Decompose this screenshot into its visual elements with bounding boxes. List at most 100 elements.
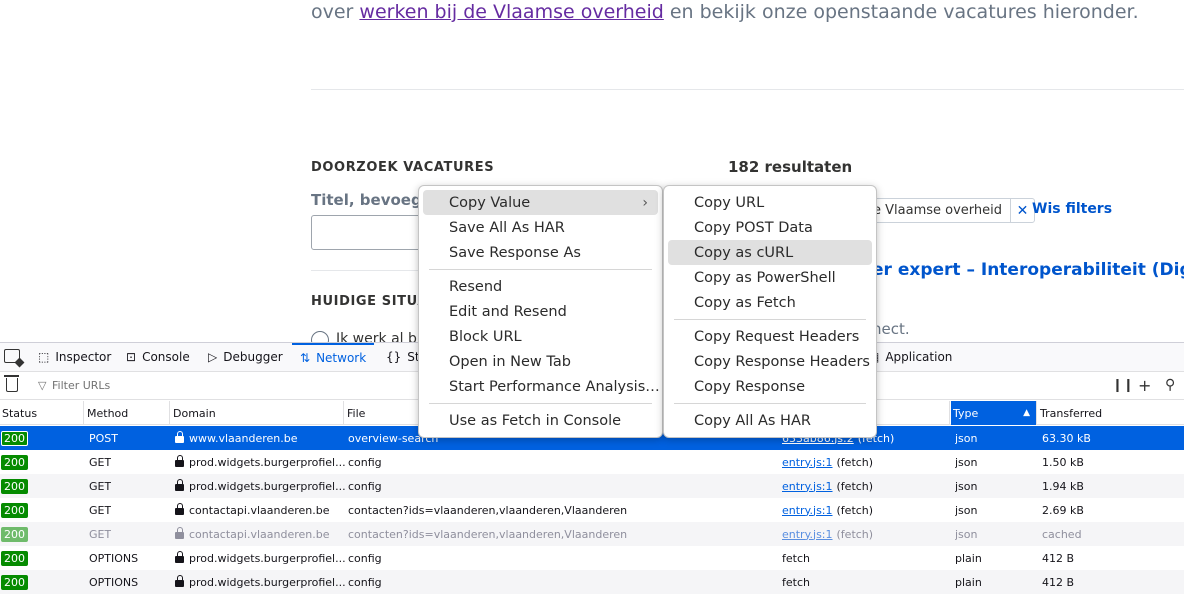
table-row[interactable]: 200 OPTIONS prod.widgets.burgerprofiel..… — [0, 546, 1184, 570]
inspector-icon: ⬚ — [38, 350, 50, 364]
column-header-domain[interactable]: Domain — [171, 401, 344, 425]
vacancy-title-link[interactable]: er expert – Interoperabiliteit (Digita — [872, 260, 1184, 280]
menu-item-copy-as-fetch[interactable]: Copy as Fetch — [668, 290, 872, 315]
menu-item-copy-as-powershell[interactable]: Copy as PowerShell — [668, 265, 872, 290]
menu-item-copy-response[interactable]: Copy Response — [668, 374, 872, 399]
domain-text: prod.widgets.burgerprofiel... — [189, 575, 346, 589]
status-cell: 200 — [1, 546, 28, 570]
menu-item-open-in-new-tab[interactable]: Open in New Tab — [423, 349, 658, 374]
element-picker-icon[interactable] — [4, 349, 20, 363]
status-cell: 200 — [1, 426, 28, 450]
menu-item-use-as-fetch-in-console[interactable]: Use as Fetch in Console — [423, 408, 658, 433]
column-header-transferred[interactable]: Transferred — [1038, 401, 1184, 425]
tab-label: Inspector — [55, 350, 112, 364]
initiator-cause: (fetch) — [836, 527, 874, 541]
menu-item-save-response-as[interactable]: Save Response As — [423, 240, 658, 265]
remove-filter-icon[interactable]: ✕ — [1010, 199, 1034, 222]
tab-label: Application — [885, 350, 953, 364]
domain-text: prod.widgets.burgerprofiel... — [189, 455, 346, 469]
tab-network[interactable]: ⇅ Network — [292, 343, 375, 371]
domain-cell: www.vlaanderen.be — [175, 426, 298, 450]
domain-cell: contactapi.vlaanderen.be — [175, 498, 329, 522]
lock-icon — [175, 574, 184, 587]
tab-label: Console — [142, 350, 190, 364]
vacancy-subtitle: nect. — [872, 320, 910, 338]
menu-item-copy-response-headers[interactable]: Copy Response Headers — [668, 349, 872, 374]
transferred-cell: 412 B — [1042, 575, 1075, 589]
status-badge: 200 — [1, 430, 28, 446]
domain-text: www.vlaanderen.be — [189, 431, 298, 445]
menu-item-resend[interactable]: Resend — [423, 274, 658, 299]
status-badge: 200 — [1, 502, 28, 518]
initiator-link[interactable]: entry.js:1 — [782, 504, 833, 517]
status-badge: 200 — [1, 550, 28, 566]
tab-console[interactable]: ⊡ Console — [126, 343, 190, 371]
clear-filters-link[interactable]: Wis filters — [1032, 201, 1112, 217]
column-header-method[interactable]: Method — [85, 401, 170, 425]
column-header-type[interactable]: Type ▲ — [951, 401, 1037, 425]
search-icon[interactable]: ⚲ — [1165, 377, 1175, 393]
situation-radio[interactable] — [311, 331, 329, 342]
initiator-link[interactable]: entry.js:1 — [782, 456, 833, 469]
table-row[interactable]: 200 GET contactapi.vlaanderen.be contact… — [0, 522, 1184, 546]
type-cell: plain — [955, 575, 982, 589]
domain-cell: contactapi.vlaanderen.be — [175, 522, 329, 546]
menu-item-copy-all-as-har[interactable]: Copy All As HAR — [668, 408, 872, 433]
intro-text: over werken bij de Vlaamse overheid en b… — [311, 1, 1139, 23]
tab-inspector[interactable]: ⬚ Inspector — [38, 343, 111, 371]
debugger-icon: ▷ — [208, 350, 218, 364]
initiator-link[interactable]: entry.js:1 — [782, 480, 833, 493]
menu-item-copy-post-data[interactable]: Copy POST Data — [668, 215, 872, 240]
transferred-cell: 1.50 kB — [1042, 455, 1084, 469]
menu-item-start-performance-analysis[interactable]: Start Performance Analysis… — [423, 374, 660, 399]
clear-log-trash-icon[interactable] — [4, 375, 19, 392]
tab-label: Network — [316, 351, 367, 365]
initiator-cell: fetch — [782, 551, 810, 565]
menu-item-copy-url[interactable]: Copy URL — [668, 190, 872, 215]
table-row[interactable]: 200 GET prod.widgets.burgerprofiel... co… — [0, 474, 1184, 498]
lock-icon — [175, 430, 184, 443]
menu-item-edit-and-resend[interactable]: Edit and Resend — [423, 299, 658, 324]
column-header-type-label: Type — [953, 406, 979, 420]
transferred-cell: 1.94 kB — [1042, 479, 1084, 493]
type-cell: json — [955, 503, 978, 517]
chevron-right-icon: › — [642, 194, 648, 211]
column-header-status[interactable]: Status — [0, 401, 84, 425]
transferred-cell: 412 B — [1042, 551, 1075, 565]
menu-separator — [674, 319, 866, 320]
table-row[interactable]: 200 OPTIONS prod.widgets.burgerprofiel..… — [0, 570, 1184, 594]
transferred-cell: 2.69 kB — [1042, 503, 1084, 517]
werken-bij-link[interactable]: werken bij de Vlaamse overheid — [359, 1, 663, 23]
transferred-cell: cached — [1042, 527, 1082, 541]
table-row[interactable]: 200 GET contactapi.vlaanderen.be contact… — [0, 498, 1184, 522]
results-count: 182 resultaten — [728, 158, 853, 176]
radio-label: Ik werk al bi — [336, 331, 421, 342]
domain-cell: prod.widgets.burgerprofiel... — [175, 570, 346, 594]
initiator-cell: fetch — [782, 575, 810, 589]
menu-item-block-url[interactable]: Block URL — [423, 324, 658, 349]
copy-value-submenu: Copy URL Copy POST Data Copy as cURL Cop… — [663, 185, 877, 438]
pause-icon[interactable]: ❙❙ — [1112, 378, 1134, 393]
search-section-title: DOORZOEK VACATURES — [311, 160, 495, 175]
menu-item-copy-as-curl[interactable]: Copy as cURL — [668, 240, 872, 265]
menu-item-copy-request-headers[interactable]: Copy Request Headers — [668, 324, 872, 349]
file-cell: config — [348, 455, 382, 469]
menu-item-save-all-as-har[interactable]: Save All As HAR — [423, 215, 658, 240]
network-icon: ⇅ — [300, 351, 311, 365]
file-cell: contacten?ids=vlaanderen,vlaanderen,Vlaa… — [348, 527, 628, 541]
file-cell: config — [348, 551, 382, 565]
method-cell: GET — [89, 479, 112, 493]
menu-item-copy-value[interactable]: Copy Value › — [423, 190, 658, 215]
initiator-cause: (fetch) — [836, 503, 874, 517]
domain-cell: prod.widgets.burgerprofiel... — [175, 450, 346, 474]
status-badge: 200 — [1, 526, 28, 542]
type-cell: json — [955, 455, 978, 469]
tab-style-editor[interactable]: {} St — [386, 343, 420, 371]
tab-application[interactable]: ▦Application — [868, 343, 952, 371]
add-filter-plus-icon[interactable]: + — [1138, 376, 1151, 395]
filter-urls-input[interactable]: Filter URLs — [52, 379, 110, 392]
tab-debugger[interactable]: ▷ Debugger — [208, 343, 283, 371]
initiator-link[interactable]: entry.js:1 — [782, 528, 833, 541]
method-cell: GET — [89, 527, 112, 541]
table-row[interactable]: 200 GET prod.widgets.burgerprofiel... co… — [0, 450, 1184, 474]
